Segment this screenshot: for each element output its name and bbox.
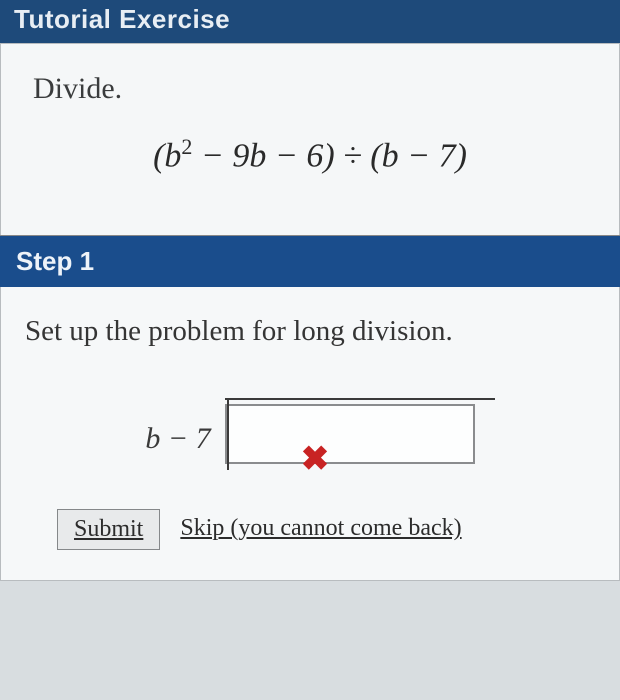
problem-section: Divide. (b2 − 9b − 6) ÷ (b − 7) <box>0 43 620 235</box>
header-title: Tutorial Exercise <box>14 4 230 34</box>
tutorial-header: Tutorial Exercise <box>0 0 620 43</box>
skip-link[interactable]: Skip (you cannot come back) <box>172 509 469 550</box>
step-header: Step 1 <box>0 235 620 287</box>
problem-instruction: Divide. <box>33 72 587 106</box>
step-label: Step 1 <box>16 246 94 276</box>
error-icon: ✖ <box>301 439 330 479</box>
submit-button[interactable]: Submit <box>57 509 160 550</box>
division-bracket <box>225 384 475 464</box>
step-section: Set up the problem for long division. b … <box>0 287 620 581</box>
long-division-setup: b − 7 ✖ <box>25 384 595 464</box>
step-text: Set up the problem for long division. <box>25 315 595 348</box>
dividend-input[interactable] <box>225 404 475 464</box>
action-row: Submit Skip (you cannot come back) <box>25 509 595 550</box>
problem-expression: (b2 − 9b − 6) ÷ (b − 7) <box>33 134 587 175</box>
